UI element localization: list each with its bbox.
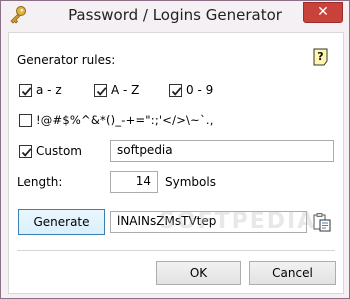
length-unit-label: Symbols bbox=[165, 175, 216, 189]
close-icon: ✕ bbox=[317, 4, 329, 20]
cancel-button[interactable]: Cancel bbox=[249, 261, 336, 285]
generate-button[interactable]: Generate bbox=[18, 209, 105, 235]
copy-clipboard-icon[interactable] bbox=[312, 212, 332, 232]
digits-label: 0 - 9 bbox=[186, 83, 214, 97]
uppercase-label: A - Z bbox=[111, 83, 140, 97]
custom-label: Custom bbox=[36, 144, 82, 158]
dialog-body: Generator rules: ? a - z A - Z 0 - 9 !@#… bbox=[8, 32, 344, 294]
length-input[interactable]: 14 bbox=[110, 171, 158, 193]
generator-window: Password / Logins Generator ✕ Generator … bbox=[0, 0, 350, 299]
digits-checkbox[interactable] bbox=[169, 84, 182, 97]
window-title: Password / Logins Generator bbox=[68, 6, 282, 24]
ok-button[interactable]: OK bbox=[156, 261, 241, 285]
rules-heading: Generator rules: bbox=[17, 53, 116, 67]
specials-label: !@#$%^&*()_-+=":;'</>\~`., bbox=[36, 113, 214, 127]
title-bar: Password / Logins Generator ✕ bbox=[1, 1, 349, 29]
custom-checkbox[interactable] bbox=[19, 145, 32, 158]
lowercase-label: a - z bbox=[36, 83, 62, 97]
generated-password-field[interactable]: lNAINsZMsTVtep bbox=[110, 211, 307, 233]
lowercase-checkbox[interactable] bbox=[19, 84, 32, 97]
specials-checkbox[interactable] bbox=[19, 114, 32, 127]
close-button[interactable]: ✕ bbox=[303, 2, 343, 23]
length-label: Length: bbox=[17, 175, 63, 189]
uppercase-checkbox[interactable] bbox=[94, 84, 107, 97]
separator bbox=[17, 250, 335, 251]
help-icon[interactable]: ? bbox=[312, 48, 329, 66]
custom-chars-input[interactable]: softpedia bbox=[110, 140, 334, 162]
svg-text:?: ? bbox=[317, 50, 323, 63]
